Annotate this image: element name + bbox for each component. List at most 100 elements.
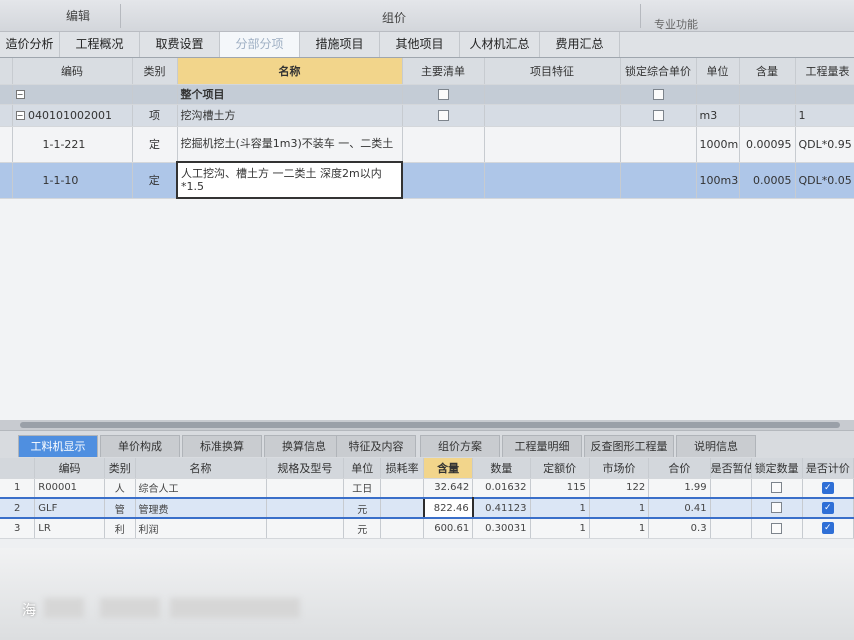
content-cell[interactable]: [739, 104, 796, 127]
spec-cell[interactable]: [266, 478, 345, 499]
header-unit[interactable]: 单位: [343, 458, 382, 479]
name-cell[interactable]: 利润: [135, 518, 267, 539]
header-provisional[interactable]: 是否暂估: [710, 458, 752, 479]
code-cell[interactable]: 1-1-10: [12, 162, 133, 199]
content-cell[interactable]: 600.61: [423, 518, 474, 539]
content-cell[interactable]: 0.00095: [739, 126, 796, 163]
spec-cell[interactable]: [266, 518, 345, 539]
header-lock-price[interactable]: 锁定综合单价: [620, 58, 697, 85]
code-cell[interactable]: GLF: [34, 497, 105, 519]
loss-cell[interactable]: [380, 478, 425, 499]
price-menu[interactable]: 组价: [382, 9, 406, 26]
tab-cost-analysis[interactable]: 造价分析: [0, 32, 60, 57]
table-row-whole-project[interactable]: − 整个项目: [0, 84, 854, 105]
quota-price-cell[interactable]: 1: [530, 518, 590, 539]
minus-icon[interactable]: −: [15, 111, 25, 120]
provisional-cell[interactable]: [710, 497, 752, 519]
header-main-list[interactable]: 主要清单: [402, 58, 485, 85]
unit-cell[interactable]: 元: [343, 497, 382, 519]
resource-row[interactable]: 3 LR 利 利润 元 600.61 0.30031 1 1 0.3 ✓: [0, 518, 854, 539]
tab-fee-settings[interactable]: 取费设置: [140, 32, 220, 57]
total-cell[interactable]: 1.99: [648, 478, 711, 499]
header-priced[interactable]: 是否计价: [802, 458, 854, 479]
header-type[interactable]: 类别: [104, 458, 136, 479]
name-cell[interactable]: 综合人工: [135, 478, 267, 499]
name-cell[interactable]: 挖掘机挖土(斗容量1m3)不装车 一、二类土: [177, 126, 403, 163]
tab-standard-conversion[interactable]: 标准换算: [182, 435, 262, 457]
feature-cell[interactable]: [484, 126, 621, 163]
tab-conversion-info[interactable]: 换算信息: [264, 435, 344, 457]
quota-price-cell[interactable]: 1: [530, 497, 590, 519]
type-cell[interactable]: 定: [132, 162, 178, 199]
total-cell[interactable]: 0.41: [648, 497, 711, 519]
lock-qty-checkbox[interactable]: [771, 482, 783, 493]
type-cell[interactable]: 利: [104, 518, 136, 539]
lock-price-checkbox[interactable]: [652, 110, 664, 121]
provisional-cell[interactable]: [710, 478, 752, 499]
quota-price-cell[interactable]: 115: [530, 478, 590, 499]
feature-cell[interactable]: [484, 104, 621, 127]
unit-cell[interactable]: 工日: [343, 478, 382, 499]
provisional-cell[interactable]: [710, 518, 752, 539]
total-cell[interactable]: 0.3: [648, 518, 711, 539]
collapse-toggle[interactable]: −: [12, 84, 133, 105]
table-row-quota[interactable]: 1-1-221 定 挖掘机挖土(斗容量1m3)不装车 一、二类土 1000m3 …: [0, 126, 854, 163]
type-cell[interactable]: 管: [104, 497, 136, 519]
qty-cell[interactable]: QDL*0.05: [795, 162, 854, 199]
unit-cell[interactable]: 元: [343, 518, 382, 539]
loss-cell[interactable]: [380, 497, 425, 519]
header-lock-qty[interactable]: 锁定数量: [751, 458, 803, 479]
header-type[interactable]: 类别: [132, 58, 178, 85]
type-cell[interactable]: 定: [132, 126, 178, 163]
qty-cell[interactable]: QDL*0.95: [795, 126, 854, 163]
spec-cell[interactable]: [266, 497, 345, 519]
header-code[interactable]: 编码: [12, 58, 133, 85]
header-total[interactable]: 合价: [648, 458, 711, 479]
lock-qty-checkbox[interactable]: [771, 502, 783, 514]
qty-cell[interactable]: 0.01632: [472, 478, 531, 499]
loss-cell[interactable]: [380, 518, 425, 539]
unit-cell[interactable]: 1000m3: [696, 126, 740, 163]
tab-pricing-scheme[interactable]: 组价方案: [420, 435, 500, 457]
tab-description[interactable]: 说明信息: [676, 435, 756, 457]
tab-unit-price[interactable]: 单价构成: [100, 435, 180, 457]
header-content[interactable]: 含量: [423, 458, 474, 479]
tab-project-overview[interactable]: 工程概况: [60, 32, 140, 57]
name-cell[interactable]: 管理费: [135, 497, 267, 519]
type-cell[interactable]: 项: [132, 104, 178, 127]
resource-row[interactable]: 1 R00001 人 综合人工 工日 32.642 0.01632 115 12…: [0, 478, 854, 499]
code-cell[interactable]: LR: [34, 518, 105, 539]
market-price-cell[interactable]: 1: [589, 497, 650, 519]
code-cell[interactable]: 1-1-221: [12, 126, 133, 163]
resource-row-selected[interactable]: 2 GLF 管 管理费 元 822.46 0.41123 1 1 0.41 ✓: [0, 497, 854, 519]
header-quota-price[interactable]: 定额价: [530, 458, 590, 479]
qty-cell[interactable]: 0.30031: [472, 518, 531, 539]
name-cell-editing[interactable]: 人工挖沟、槽土方 一二类土 深度2m以内*1.5: [176, 161, 403, 199]
tab-measures[interactable]: 措施项目: [300, 32, 380, 57]
check-icon[interactable]: ✓: [821, 481, 834, 494]
header-name[interactable]: 名称: [135, 458, 267, 479]
minus-icon[interactable]: −: [15, 90, 25, 99]
tab-quantity-detail[interactable]: 工程量明细: [502, 435, 582, 457]
main-list-checkbox[interactable]: [437, 110, 449, 121]
edit-menu[interactable]: 编辑: [66, 7, 90, 24]
code-cell[interactable]: − 040101002001: [12, 104, 133, 127]
tab-other-items[interactable]: 其他项目: [380, 32, 460, 57]
header-code[interactable]: 编码: [34, 458, 105, 479]
check-icon[interactable]: ✓: [821, 502, 834, 514]
qty-cell[interactable]: 1: [795, 104, 854, 127]
header-loss[interactable]: 损耗率: [380, 458, 425, 479]
tab-fee-summary[interactable]: 费用汇总: [540, 32, 620, 57]
tab-reverse-graphic-quantity[interactable]: 反查图形工程量: [584, 435, 674, 457]
check-icon[interactable]: ✓: [821, 522, 834, 535]
code-cell[interactable]: R00001: [34, 478, 105, 499]
table-row-bill-item[interactable]: − 040101002001 项 挖沟槽土方 m3 1: [0, 104, 854, 127]
name-cell[interactable]: 挖沟槽土方: [177, 104, 403, 127]
table-row-quota-selected[interactable]: 1-1-10 定 人工挖沟、槽土方 一二类土 深度2m以内*1.5 100m3 …: [0, 161, 854, 199]
tab-resource-summary[interactable]: 人材机汇总: [460, 32, 540, 57]
content-cell[interactable]: 0.0005: [739, 162, 796, 199]
header-content[interactable]: 含量: [739, 58, 796, 85]
header-unit[interactable]: 单位: [696, 58, 740, 85]
qty-cell[interactable]: 0.41123: [472, 497, 531, 519]
header-qty[interactable]: 数量: [472, 458, 531, 479]
